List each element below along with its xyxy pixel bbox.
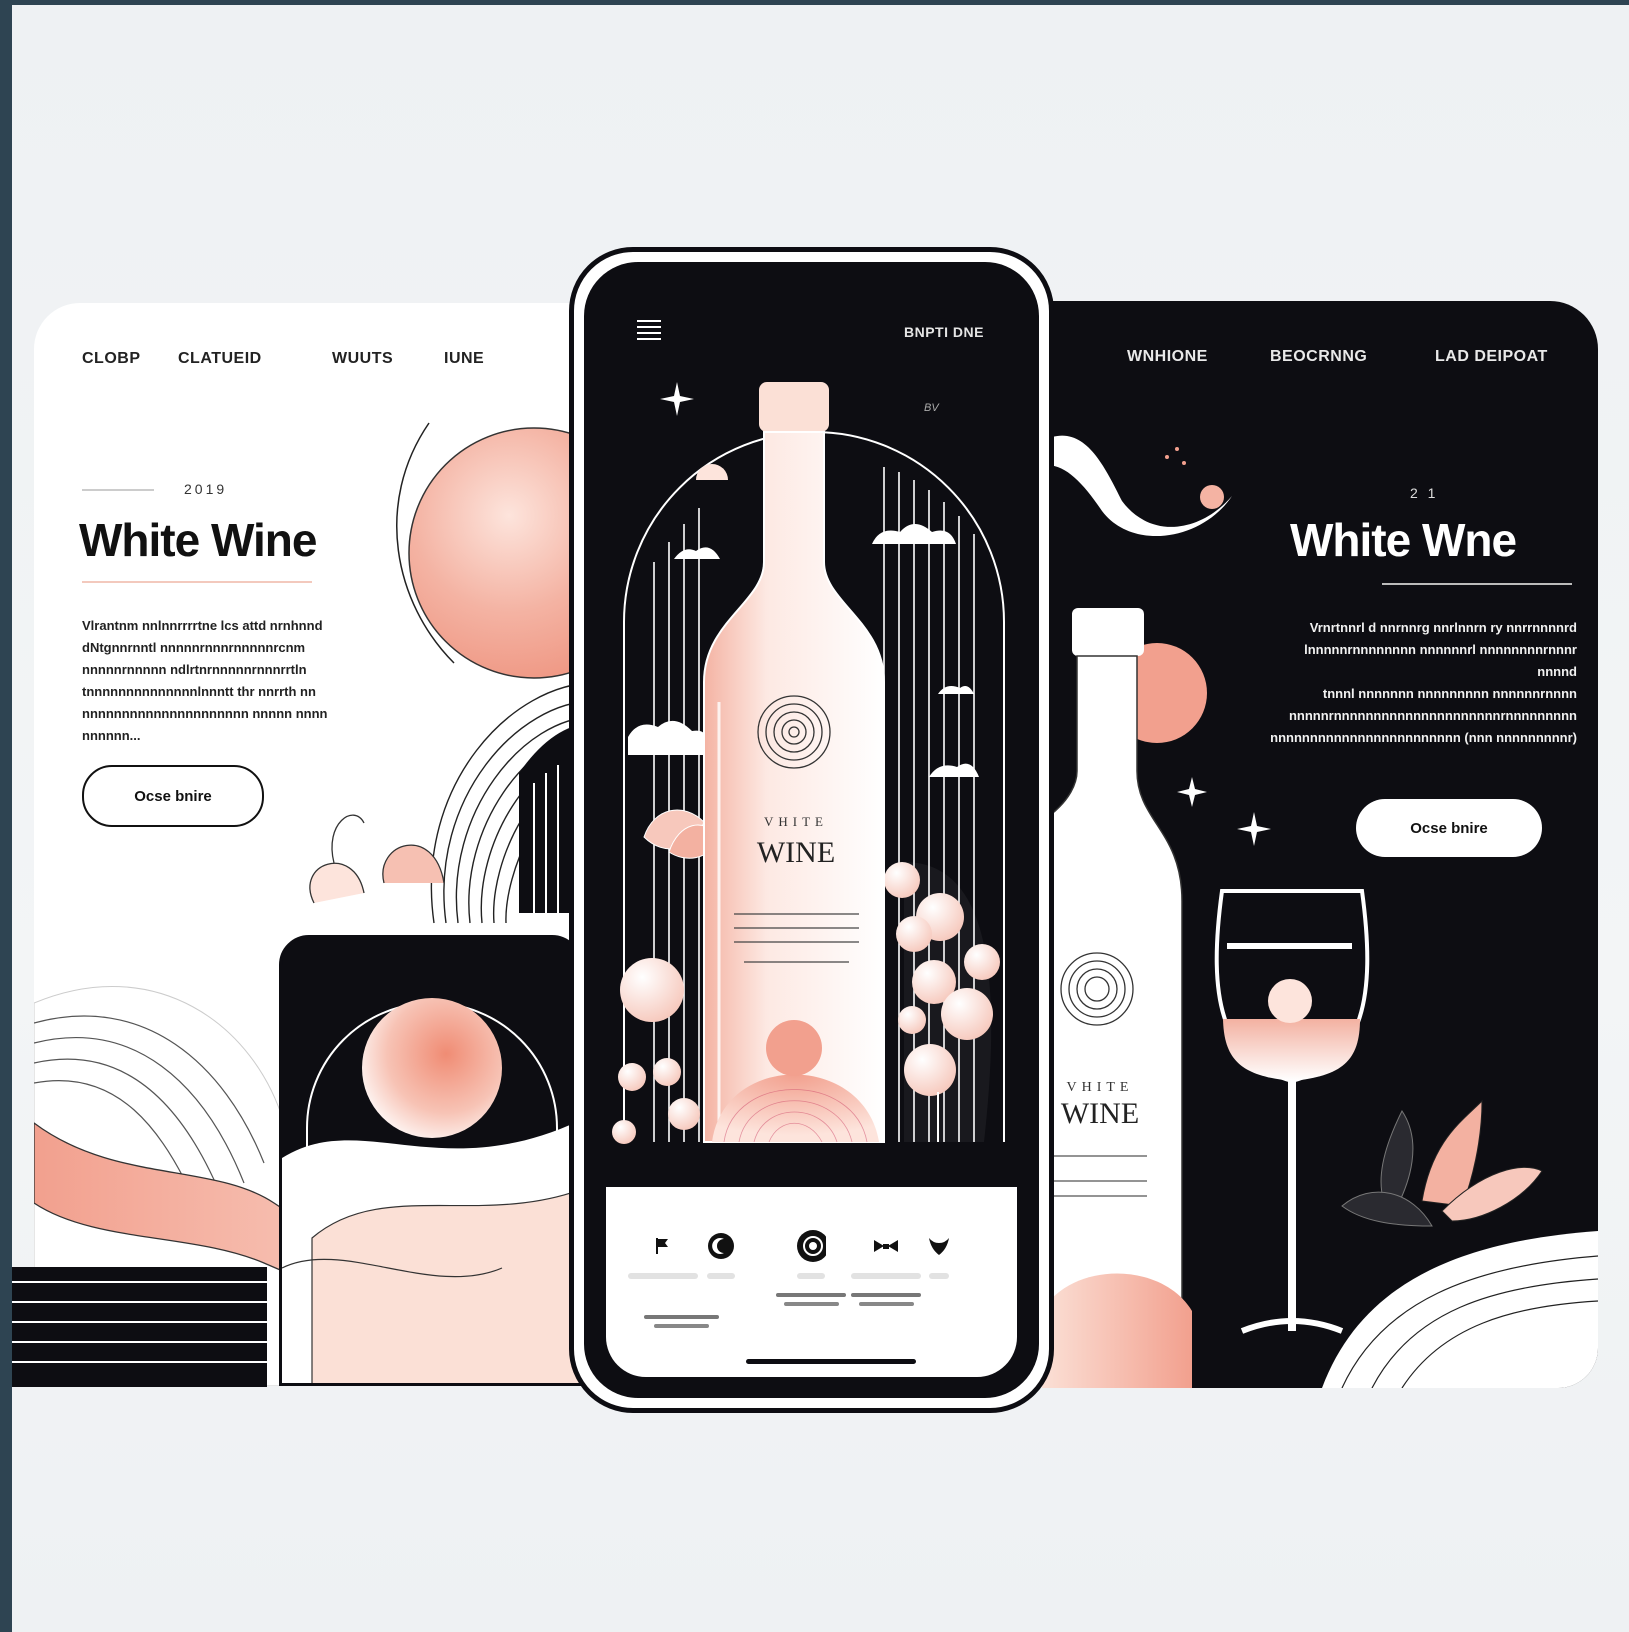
left-desc-line: nnnnnrnnnnn ndlrtnrnnnnnrnnnrrtln: [82, 662, 307, 677]
tab-caption-line: [776, 1293, 846, 1297]
left-cta-button[interactable]: Ocse bnire: [82, 765, 264, 827]
tab-caption-line: [783, 1302, 839, 1306]
tab-bow[interactable]: [851, 1231, 921, 1306]
right-bottle-label-top: VHITE: [1067, 1080, 1134, 1095]
right-title-rule: [1382, 583, 1572, 585]
left-desc-line: Vlrantnm nnlnnrrrrtne lcs attd nrnhnnd: [82, 618, 323, 633]
left-desc-line: tnnnnnnnnnnnnnnlnnntt thr nnrrth nn: [82, 684, 316, 699]
tab-caption-line: [644, 1315, 719, 1319]
tab-caption-line: [851, 1293, 921, 1297]
tab-label-bar: [707, 1273, 735, 1279]
tab-label-bar: [797, 1273, 825, 1279]
phone-bottle-label-main: WINE: [757, 836, 835, 869]
right-desc-line: nnnnnrnnnnnnnnnnnnnnnnnnnnnrnnnnnnnnn: [1288, 708, 1577, 723]
tab-moon[interactable]: [706, 1231, 736, 1279]
left-desc-line: dNtgnnrnntl nnnnnrnnnrnnnnnrcnm: [82, 640, 306, 655]
phone-bottom-sheet: [606, 1187, 1017, 1377]
tab-caption-line: [654, 1324, 709, 1328]
phone-hero-artwork: VHITE WINE: [612, 382, 1005, 1144]
phone-mockup: BNPTI DNE BV VHITE WINE: [569, 247, 1054, 1413]
home-indicator[interactable]: [746, 1359, 916, 1364]
left-description: Vlrantnm nnlnnrrrrtne lcs attd nrnhnnd d…: [82, 615, 362, 747]
left-title-rule: [82, 581, 312, 583]
phone-screen: BNPTI DNE BV VHITE WINE: [584, 262, 1039, 1398]
flag-icon: [648, 1231, 678, 1261]
right-landing-panel: WNHIONE BEOCRNNG LAD DEIPOAT VHITE WINE …: [1042, 301, 1598, 1388]
right-hero-title: White Wne: [1290, 514, 1517, 566]
phone-bottle-label-top: VHITE: [764, 814, 828, 829]
right-desc-line: tnnnl nnnnnnn nnnnnnnnn nnnnnnrnnnn: [1322, 686, 1577, 701]
left-year: 2019: [184, 481, 228, 497]
moon-icon: [706, 1231, 736, 1261]
tab-label-bar: [628, 1273, 698, 1279]
tab-heart[interactable]: [924, 1231, 954, 1279]
tab-flag[interactable]: [628, 1231, 698, 1279]
heart-icon: [924, 1231, 954, 1261]
right-desc-line: lnnnnnrnnnnnnnn nnnnnnrl nnnnnnnnrnnnr n…: [1304, 642, 1577, 679]
mockup-stage: CLOBP CLATUEID WUUTS IUNE 2019 White Win…: [12, 5, 1629, 1632]
left-hero-title: White Wine: [79, 514, 317, 566]
right-bottle-label-main: WINE: [1061, 1097, 1139, 1130]
tab-caption-block: [644, 1315, 719, 1328]
small-art-card: [279, 935, 582, 1386]
bow-icon: [871, 1231, 901, 1261]
target-icon: [796, 1230, 826, 1262]
card-artwork: [282, 998, 579, 1383]
right-desc-line: nnnnnnnnnnnnnnnnnnnnnnnn (nnn nnnnnnnnnr…: [1270, 730, 1577, 745]
tab-label-bar: [851, 1273, 921, 1279]
right-year: 2 1: [1410, 485, 1439, 501]
tab-label-bar: [929, 1273, 949, 1279]
right-description: Vrnrtnnrl d nnrnnrg nnrlnnrn ry nnrrnnnn…: [1267, 617, 1577, 749]
right-cta-button[interactable]: Ocse bnire: [1356, 799, 1542, 857]
tab-caption-line: [858, 1302, 914, 1306]
right-desc-line: Vrnrtnnrl d nnrnnrg nnrlnnrn ry nnrrnnnn…: [1309, 620, 1577, 635]
left-stripes-decoration: [12, 1267, 267, 1387]
left-year-rule: [82, 489, 154, 491]
tab-target[interactable]: [776, 1230, 846, 1306]
left-desc-line: nnnnnnnnnnnnnnnnnnnnn nnnnn nnnn nnnnnn.…: [82, 706, 328, 743]
